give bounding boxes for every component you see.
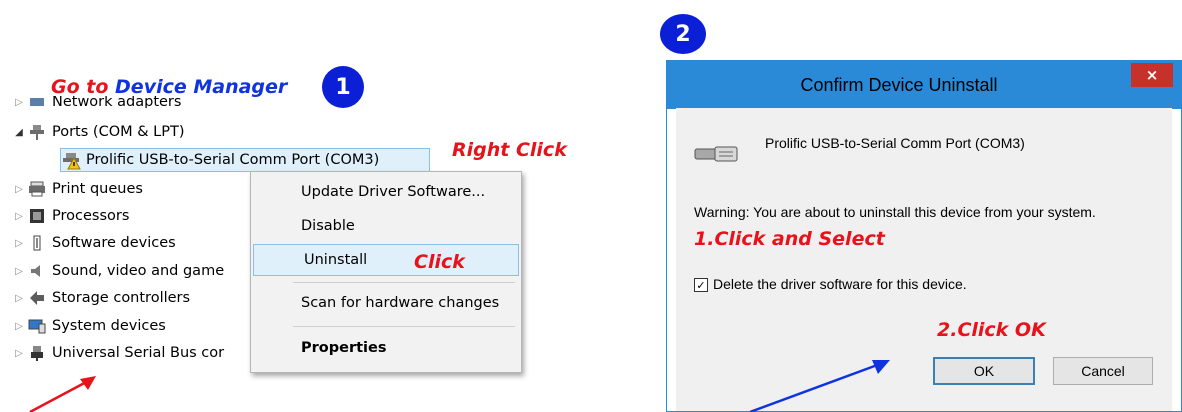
tree-item[interactable]: ▷ Sound, video and game bbox=[12, 260, 224, 282]
right-click-note: Right Click bbox=[452, 139, 567, 161]
expand-arrow-icon: ▷ bbox=[15, 347, 23, 359]
tree-item[interactable]: ▷ Print queues bbox=[12, 178, 143, 200]
tree-item-label: Print queues bbox=[52, 181, 143, 197]
expand-arrow-icon: ▷ bbox=[15, 292, 23, 304]
storage-icon bbox=[28, 290, 46, 306]
tree-item-label: Software devices bbox=[52, 235, 176, 251]
blue-arrow-icon bbox=[749, 360, 890, 412]
tree-item-ports[interactable]: ◢ Ports (COM & LPT) bbox=[12, 121, 184, 143]
click-note: Click bbox=[414, 251, 465, 273]
tree-item-label: Universal Serial Bus cor bbox=[52, 345, 225, 361]
tree-item[interactable]: ▷ Processors bbox=[12, 205, 129, 227]
warning-port-icon bbox=[62, 152, 81, 170]
delete-driver-label[interactable]: Delete the driver software for this devi… bbox=[713, 276, 967, 292]
go-to-device-manager-note: Go to Device Manager bbox=[51, 76, 287, 98]
software-device-icon bbox=[28, 235, 46, 251]
dialog-title: Confirm Device Uninstall bbox=[800, 75, 998, 95]
tree-item[interactable]: ▷ System devices bbox=[12, 315, 166, 337]
processor-icon bbox=[28, 208, 46, 224]
tree-item-label: Storage controllers bbox=[52, 290, 191, 306]
cancel-button[interactable]: Cancel bbox=[1053, 357, 1153, 385]
port-icon bbox=[28, 124, 46, 140]
tree-item-prolific-device[interactable]: Prolific USB-to-Serial Comm Port (COM3) bbox=[62, 149, 379, 171]
expand-arrow-icon: ▷ bbox=[15, 96, 23, 108]
go-to-text: Go to bbox=[51, 76, 109, 98]
system-device-icon bbox=[28, 318, 46, 334]
menu-item-scan-hardware[interactable]: Scan for hardware changes bbox=[251, 287, 521, 319]
dialog-device-name: Prolific USB-to-Serial Comm Port (COM3) bbox=[765, 135, 1025, 151]
menu-separator bbox=[293, 326, 515, 327]
network-icon bbox=[28, 96, 46, 108]
close-button[interactable]: × bbox=[1131, 63, 1173, 87]
tree-item[interactable]: ▷ Storage controllers bbox=[12, 287, 190, 309]
menu-item-properties[interactable]: Properties bbox=[251, 332, 521, 364]
delete-driver-checkbox[interactable]: ✓ bbox=[694, 278, 708, 292]
click-and-select-note: 1.Click and Select bbox=[694, 228, 885, 250]
tree-item-label: System devices bbox=[52, 318, 166, 334]
menu-item-disable[interactable]: Disable bbox=[251, 210, 521, 242]
tree-item-label: Network adapters bbox=[52, 96, 182, 108]
tree-item-network-adapters[interactable]: ▷ Network adapters bbox=[12, 96, 181, 108]
serial-port-icon bbox=[694, 146, 738, 162]
expand-arrow-icon: ▷ bbox=[15, 210, 23, 222]
tree-item-label: Processors bbox=[52, 208, 130, 224]
tree-item-label: Sound, video and game bbox=[52, 263, 225, 279]
tree-item[interactable]: ▷ Universal Serial Bus cor bbox=[12, 342, 224, 364]
menu-item-uninstall[interactable]: Uninstall bbox=[253, 244, 519, 276]
tree-item[interactable]: ▷ Software devices bbox=[12, 232, 176, 254]
ok-button[interactable]: OK bbox=[933, 357, 1035, 385]
red-arrow-icon bbox=[29, 376, 96, 412]
ports-label: Ports (COM & LPT) bbox=[52, 124, 185, 140]
device-manager-text: Device Manager bbox=[115, 76, 288, 98]
expand-arrow-icon: ▷ bbox=[15, 265, 23, 277]
menu-item-update-driver[interactable]: Update Driver Software... bbox=[251, 176, 521, 208]
selected-device-label: Prolific USB-to-Serial Comm Port (COM3) bbox=[86, 152, 380, 168]
expand-arrow-icon: ▷ bbox=[15, 237, 23, 249]
usb-icon bbox=[28, 345, 46, 361]
collapse-arrow-icon: ◢ bbox=[15, 126, 23, 138]
click-ok-note: 2.Click OK bbox=[937, 319, 1046, 341]
step-2-badge: 2 bbox=[660, 14, 706, 54]
printer-icon bbox=[28, 181, 46, 197]
expand-arrow-icon: ▷ bbox=[15, 320, 23, 332]
speaker-icon bbox=[28, 263, 46, 279]
context-menu: Update Driver Software... Disable Uninst… bbox=[250, 171, 522, 373]
step-1-badge: 1 bbox=[322, 66, 364, 108]
menu-separator bbox=[293, 282, 515, 283]
dialog-warning-text: Warning: You are about to uninstall this… bbox=[694, 204, 1096, 220]
dialog-titlebar[interactable]: Confirm Device Uninstall × bbox=[667, 61, 1181, 109]
expand-arrow-icon: ▷ bbox=[15, 183, 23, 195]
